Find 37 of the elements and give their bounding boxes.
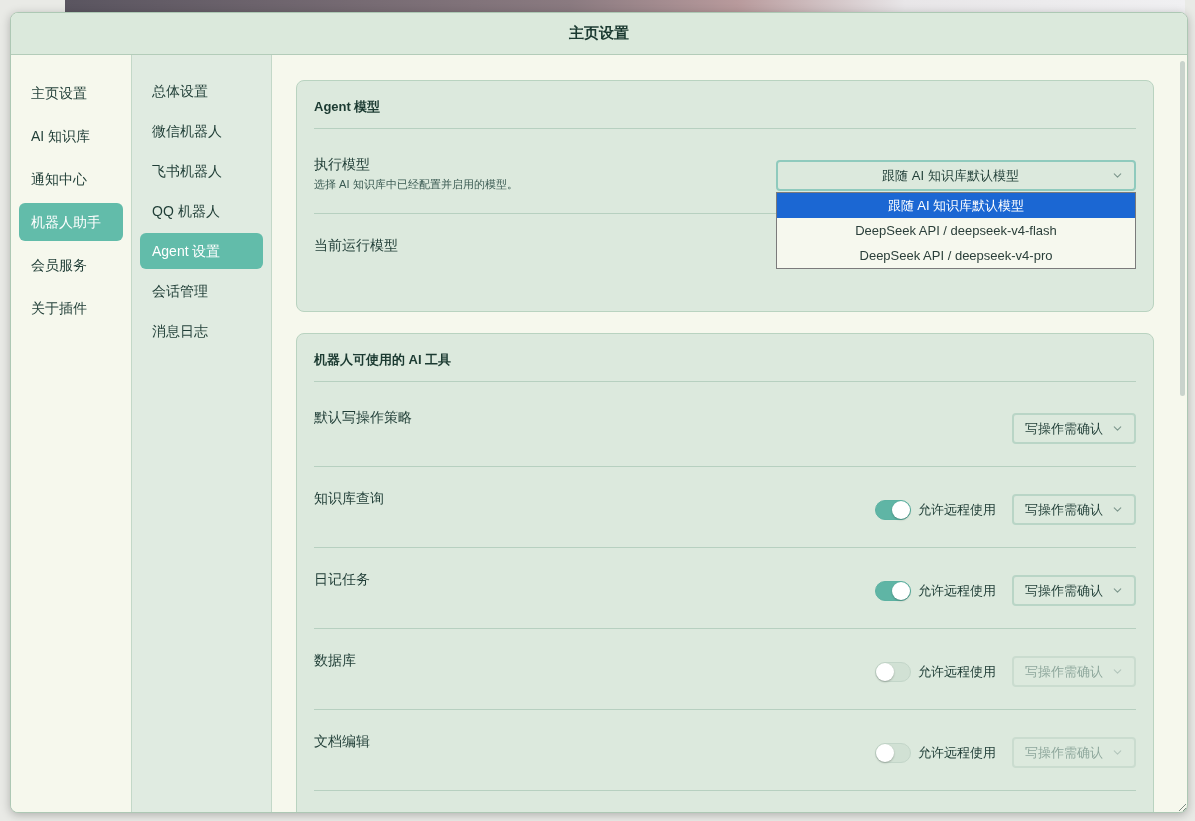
dropdown-option[interactable]: 跟随 AI 知识库默认模型 xyxy=(777,193,1135,218)
setting-label: 执行模型 xyxy=(314,155,371,174)
setting-label: 默认写操作策略 xyxy=(314,408,412,427)
policy-select[interactable]: 写操作需确认 xyxy=(1012,494,1136,525)
nav-item[interactable]: AI 知识库 xyxy=(19,117,123,155)
model-select[interactable]: 跟随 AI 知识库默认模型 xyxy=(776,160,1136,191)
setting-label: 当前运行模型 xyxy=(314,236,398,255)
remote-use-label: 允许远程使用 xyxy=(918,500,996,519)
dialog-title: 主页设置 xyxy=(569,23,629,44)
remote-use-label: 允许远程使用 xyxy=(918,743,996,762)
setting-description: 选择 AI 知识库中已经配置并启用的模型。 xyxy=(314,177,518,192)
setting-label: 文档编辑 xyxy=(314,732,370,751)
subnav-item[interactable]: 总体设置 xyxy=(140,73,263,109)
policy-select[interactable]: 写操作需确认 xyxy=(1012,575,1136,606)
remote-use-label: 允许远程使用 xyxy=(918,662,996,681)
scrollbar-thumb[interactable] xyxy=(1180,61,1185,396)
setting-label: 日记任务 xyxy=(314,570,370,589)
setting-label: 数据库 xyxy=(314,651,356,670)
card-title: Agent 模型 xyxy=(314,97,381,116)
nav-item[interactable]: 主页设置 xyxy=(19,74,123,112)
subnav-item[interactable]: 微信机器人 xyxy=(140,113,263,149)
remote-use-label: 允许远程使用 xyxy=(918,581,996,600)
nav-item[interactable]: 通知中心 xyxy=(19,160,123,198)
toggle-switch[interactable] xyxy=(875,742,911,763)
nav-item[interactable]: 关于插件 xyxy=(19,289,123,327)
subnav-item[interactable]: QQ 机器人 xyxy=(140,193,263,229)
subnav-item[interactable]: 会话管理 xyxy=(140,273,263,309)
toggle-switch[interactable] xyxy=(875,499,911,520)
card-title: 机器人可使用的 AI 工具 xyxy=(314,350,452,369)
toggle-switch[interactable] xyxy=(875,580,911,601)
subnav-item[interactable]: 飞书机器人 xyxy=(140,153,263,189)
subnav-item[interactable]: 消息日志 xyxy=(140,313,263,349)
toggle-switch[interactable] xyxy=(875,661,911,682)
resize-grip-icon[interactable] xyxy=(1178,803,1186,811)
policy-select[interactable]: 写操作需确认 xyxy=(1012,413,1136,444)
setting-label: 知识库查询 xyxy=(314,489,384,508)
nav-item[interactable]: 会员服务 xyxy=(19,246,123,284)
